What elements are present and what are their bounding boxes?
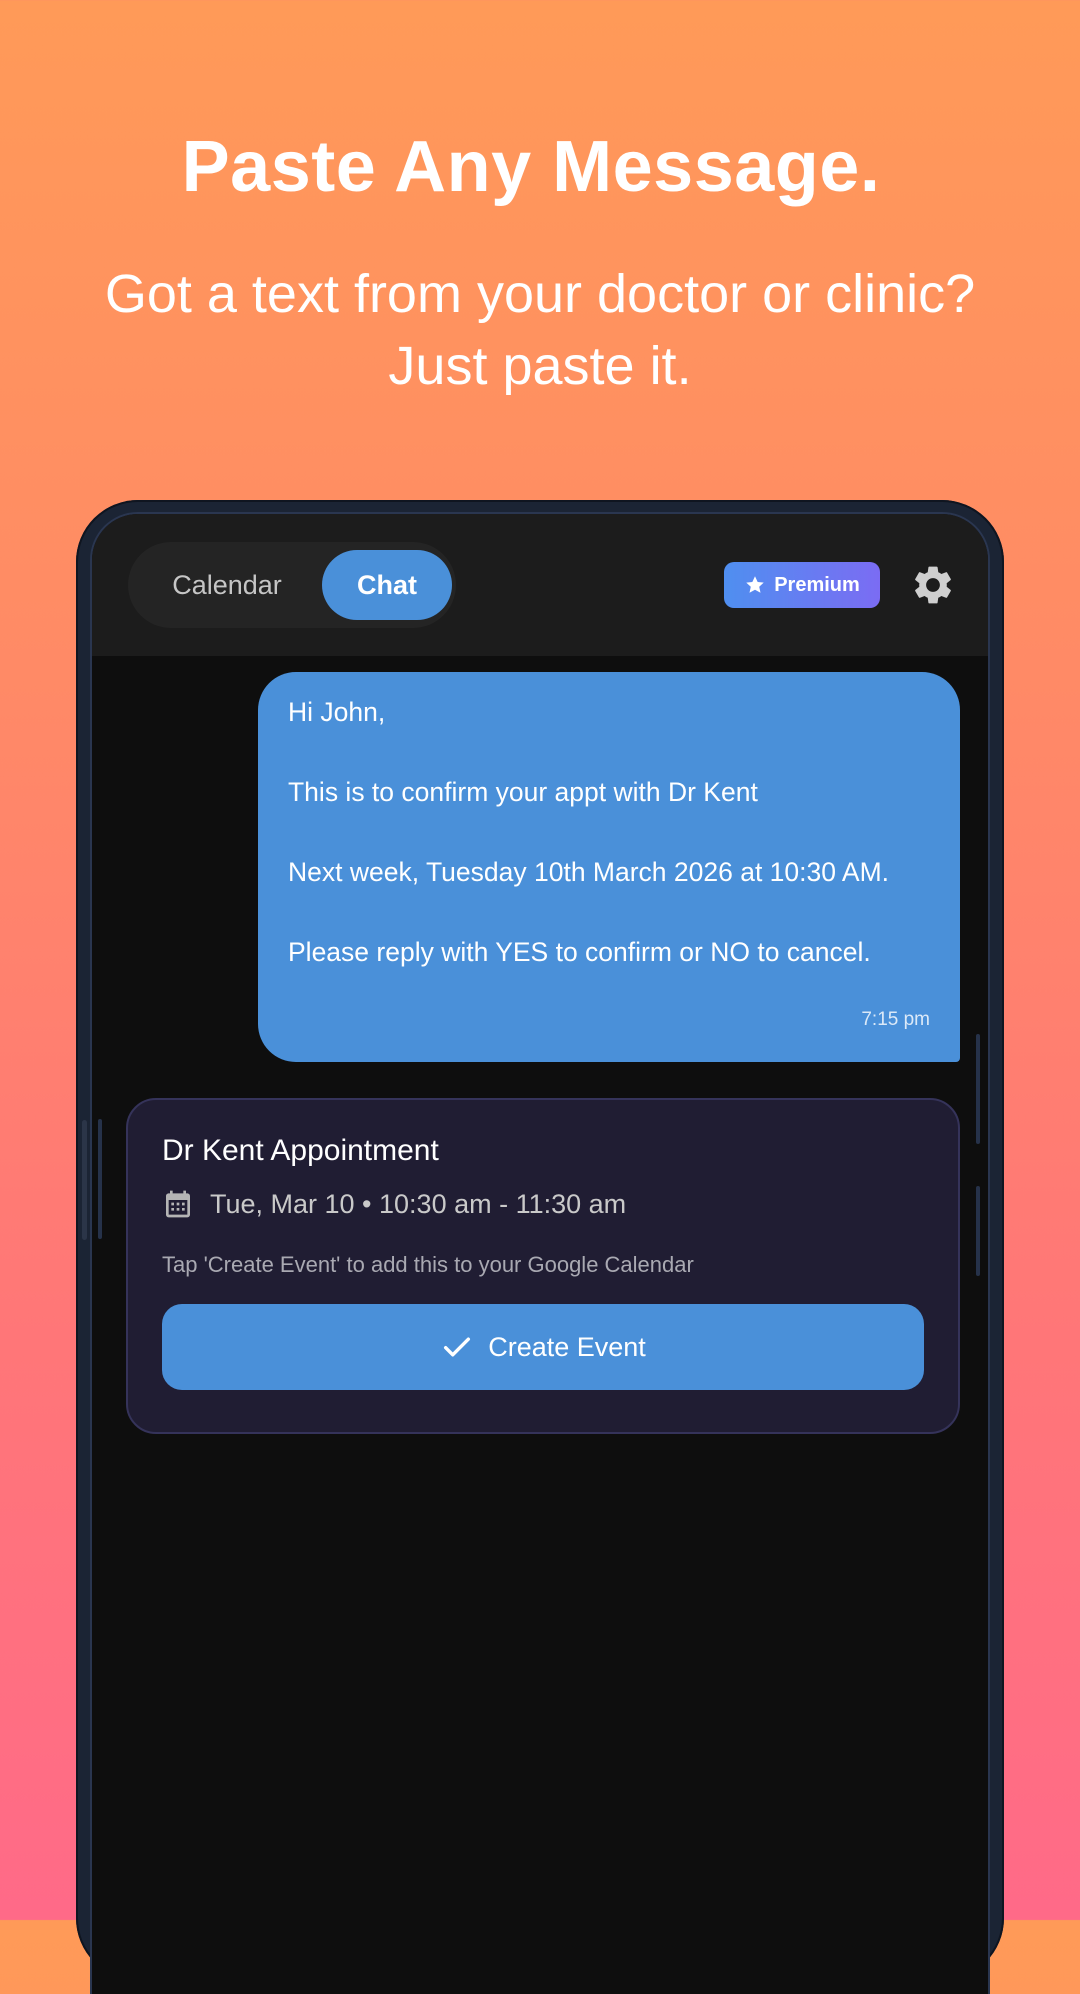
event-datetime: Tue, Mar 10 • 10:30 am - 11:30 am (210, 1188, 627, 1219)
message-line: Please reply with YES to confirm or NO t… (288, 937, 871, 967)
premium-label: Premium (774, 573, 860, 596)
tab-chat[interactable]: Chat (322, 550, 452, 620)
event-hint: Tap 'Create Event' to add this to your G… (162, 1252, 694, 1277)
promo-headline: Paste Any Message. (181, 127, 881, 207)
gear-icon[interactable] (910, 562, 956, 608)
create-event-label: Create Event (488, 1331, 646, 1362)
scroll-indicator (98, 1119, 102, 1239)
message-line: Hi John, (288, 697, 386, 727)
phone-frame: Calendar Chat Premium Hi John, This is t… (76, 500, 1004, 1994)
promo-subhead-line-2: Just paste it. (388, 336, 692, 396)
check-icon (444, 1337, 471, 1357)
premium-button[interactable]: Premium (724, 562, 880, 608)
scroll-indicator (976, 1186, 980, 1276)
tab-calendar[interactable]: Calendar (138, 550, 316, 620)
app-screen: Calendar Chat Premium Hi John, This is t… (92, 514, 988, 1994)
create-event-button[interactable]: Create Event (162, 1304, 924, 1390)
top-bar: Calendar Chat Premium (92, 514, 988, 656)
scroll-indicator (976, 1034, 980, 1144)
event-suggestion-card: Dr Kent Appointment Tue, Mar 10 • 10:30 … (126, 1098, 960, 1434)
message-timestamp: 7:15 pm (861, 1009, 930, 1030)
promo-subhead: Got a text from your doctor or clinic? J… (0, 258, 1080, 402)
message-line: This is to confirm your appt with Dr Ken… (288, 777, 758, 807)
event-title: Dr Kent Appointment (162, 1134, 439, 1167)
phone-side-button (82, 1120, 87, 1240)
view-switcher: Calendar Chat (128, 542, 456, 628)
star-icon (746, 576, 764, 593)
calendar-icon (166, 1190, 190, 1218)
message-line: Next week, Tuesday 10th March 2026 at 10… (288, 857, 890, 887)
message-bubble[interactable]: Hi John, This is to confirm your appt wi… (258, 672, 960, 1062)
event-datetime-row: Tue, Mar 10 • 10:30 am - 11:30 am (162, 1188, 626, 1220)
promo-subhead-line-1: Got a text from your doctor or clinic? (104, 264, 976, 324)
